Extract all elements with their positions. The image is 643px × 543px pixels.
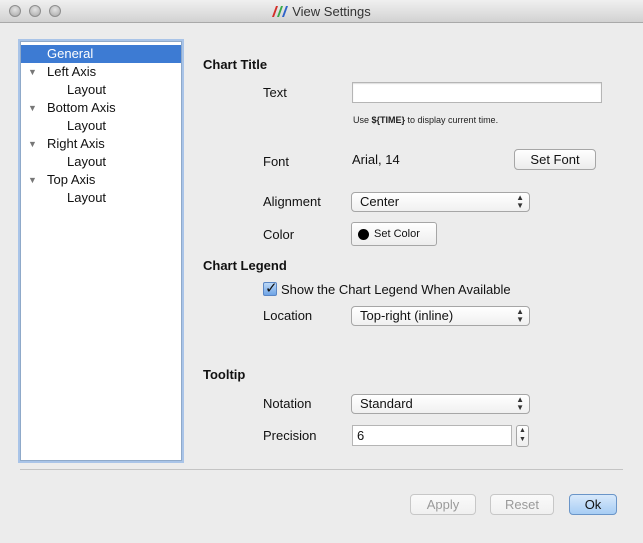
tree-item-label: General — [47, 46, 94, 61]
location-label: Location — [263, 308, 313, 323]
precision-label: Precision — [263, 428, 317, 443]
divider — [20, 469, 623, 470]
tree-item-left-axis-layout[interactable]: Layout — [21, 81, 181, 99]
notation-selected-value: Standard — [360, 396, 413, 411]
title-text-label: Text — [263, 85, 287, 100]
time-hint: Use ${TIME} to display current time. — [353, 115, 498, 125]
checkmark-icon: ✓ — [265, 280, 278, 297]
tree-item-label: Right Axis — [47, 136, 105, 151]
disclosure-triangle-icon[interactable]: ▼ — [28, 63, 37, 81]
set-color-label: Set Color — [374, 228, 420, 240]
show-legend-label[interactable]: Show the Chart Legend When Available — [281, 282, 511, 297]
location-selected-value: Top-right (inline) — [360, 308, 454, 323]
tree-item-right-axis-layout[interactable]: Layout — [21, 153, 181, 171]
color-label: Color — [263, 227, 295, 242]
font-label: Font — [263, 154, 290, 169]
stepper-up-icon[interactable]: ▲ — [519, 427, 526, 434]
show-legend-checkbox[interactable]: ✓ — [263, 280, 278, 297]
tree-item-general[interactable]: General — [21, 45, 181, 63]
settings-tree[interactable]: General ▼ Left Axis Layout ▼ Bottom Axis… — [20, 41, 182, 461]
ok-button[interactable]: Ok — [569, 494, 617, 515]
precision-input[interactable]: 6 — [352, 425, 512, 446]
title-text-input[interactable] — [352, 82, 602, 103]
disclosure-triangle-icon[interactable]: ▼ — [28, 99, 37, 117]
apply-button[interactable]: Apply — [410, 494, 476, 515]
set-color-button[interactable]: Set Color — [351, 222, 437, 246]
hint-prefix: Use — [353, 115, 372, 125]
hint-token: ${TIME} — [371, 115, 406, 125]
tree-item-label: Left Axis — [47, 64, 97, 79]
precision-stepper[interactable]: ▲ ▼ — [516, 425, 529, 447]
tree-item-left-axis[interactable]: ▼ Left Axis — [21, 63, 181, 81]
tree-item-bottom-axis-layout[interactable]: Layout — [21, 117, 181, 135]
tree-item-label: Top Axis — [47, 172, 96, 187]
alignment-label: Alignment — [263, 194, 321, 209]
chart-title-header: Chart Title — [203, 57, 268, 72]
tree-item-label: Bottom Axis — [47, 100, 116, 115]
tree-item-bottom-axis[interactable]: ▼ Bottom Axis — [21, 99, 181, 117]
location-select[interactable]: Top-right (inline) ▲ ▼ — [351, 306, 530, 326]
title-bar: View Settings — [0, 0, 643, 23]
window-title-wrap: View Settings — [0, 4, 643, 19]
chart-legend-header: Chart Legend — [203, 258, 287, 273]
tree-item-right-axis[interactable]: ▼ Right Axis — [21, 135, 181, 153]
window-title: View Settings — [292, 4, 371, 19]
tree-item-label: Layout — [67, 82, 107, 97]
stepper-down-icon[interactable]: ▼ — [519, 436, 526, 443]
up-down-arrows-icon: ▲ ▼ — [516, 193, 524, 210]
alignment-select[interactable]: Center ▲ ▼ — [351, 192, 530, 212]
app-icon — [272, 6, 289, 17]
disclosure-triangle-icon[interactable]: ▼ — [28, 135, 37, 153]
tree-item-top-axis[interactable]: ▼ Top Axis — [21, 171, 181, 189]
tree-item-top-axis-layout[interactable]: Layout — [21, 189, 181, 207]
hint-suffix: to display current time. — [405, 115, 499, 125]
tree-item-label: Layout — [67, 154, 107, 169]
tree-item-label: Layout — [67, 118, 107, 133]
disclosure-triangle-icon[interactable]: ▼ — [28, 171, 37, 189]
alignment-selected-value: Center — [360, 194, 400, 209]
view-settings-window: View Settings General ▼ Left Axis Layout… — [0, 0, 643, 543]
up-down-arrows-icon: ▲ ▼ — [516, 395, 524, 412]
set-font-button[interactable]: Set Font — [514, 149, 596, 170]
notation-label: Notation — [263, 396, 312, 411]
reset-button[interactable]: Reset — [490, 494, 554, 515]
font-value: Arial, 14 — [352, 152, 400, 167]
tooltip-header: Tooltip — [203, 367, 246, 382]
tree-item-label: Layout — [67, 190, 107, 205]
notation-select[interactable]: Standard ▲ ▼ — [351, 394, 530, 414]
color-swatch-icon — [358, 229, 369, 240]
up-down-arrows-icon: ▲ ▼ — [516, 307, 524, 324]
